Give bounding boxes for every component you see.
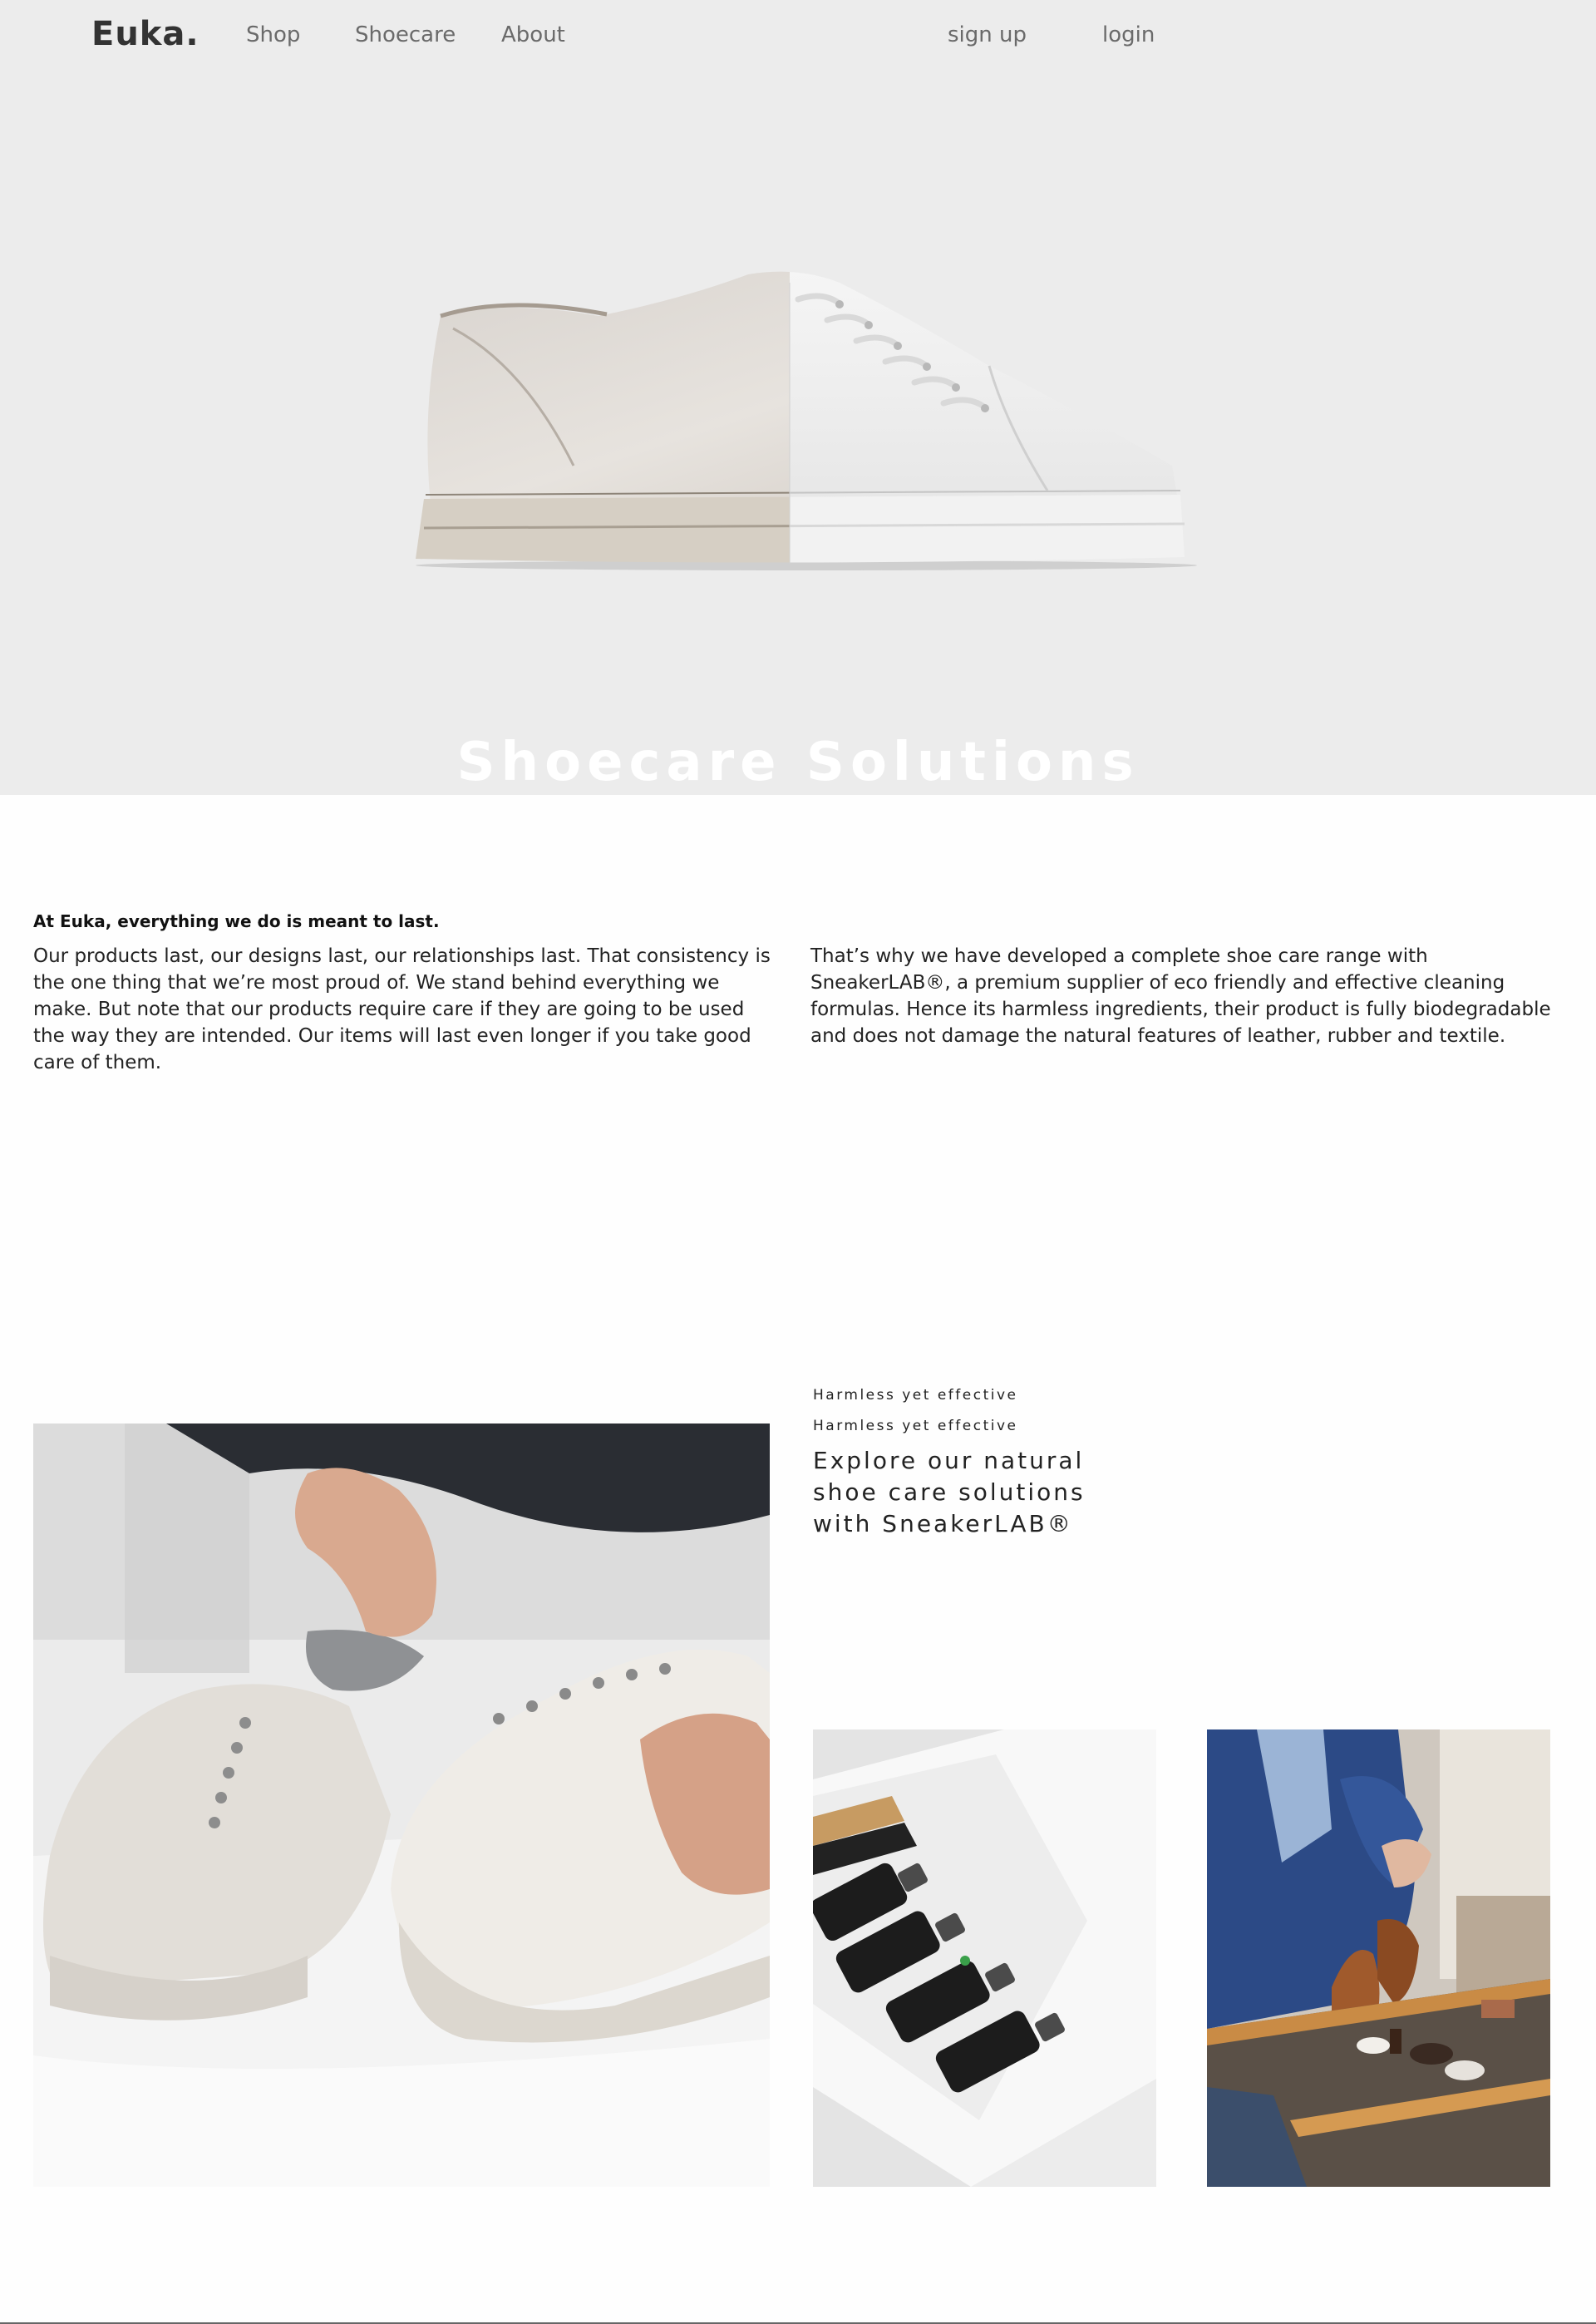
feature-eyebrow-repeat: Harmless yet effective xyxy=(813,1418,1018,1434)
sneaker-before-after-image xyxy=(407,249,1205,574)
intro-paragraph-right: That’s why we have developed a complete … xyxy=(810,945,1551,1047)
hero-title: Shoecare Solutions xyxy=(456,732,1140,793)
feature-eyebrow: Harmless yet effective xyxy=(813,1387,1018,1404)
nav-link-shop[interactable]: Shop xyxy=(246,22,300,47)
top-navigation: Euka. Shop Shoecare About sign up login xyxy=(0,0,1596,75)
intro-lead: At Euka, everything we do is meant to la… xyxy=(33,911,440,931)
feature-heading[interactable]: Explore our natural shoe care solutions … xyxy=(813,1445,1096,1540)
login-link[interactable]: login xyxy=(1102,22,1155,47)
nav-link-shoecare[interactable]: Shoecare xyxy=(355,22,456,47)
intro-paragraph-left: Our products last, our designs last, our… xyxy=(33,945,771,1073)
cleaning-sneakers-photo xyxy=(33,1424,770,2187)
man-polishing-shoes-photo xyxy=(1207,1729,1550,2187)
hero-section: Euka. Shop Shoecare About sign up login xyxy=(0,0,1596,795)
signup-link[interactable]: sign up xyxy=(948,22,1027,47)
brand-logo[interactable]: Euka. xyxy=(91,15,200,53)
cleaning-kit-photo xyxy=(813,1729,1156,2187)
nav-link-about[interactable]: About xyxy=(501,22,565,47)
